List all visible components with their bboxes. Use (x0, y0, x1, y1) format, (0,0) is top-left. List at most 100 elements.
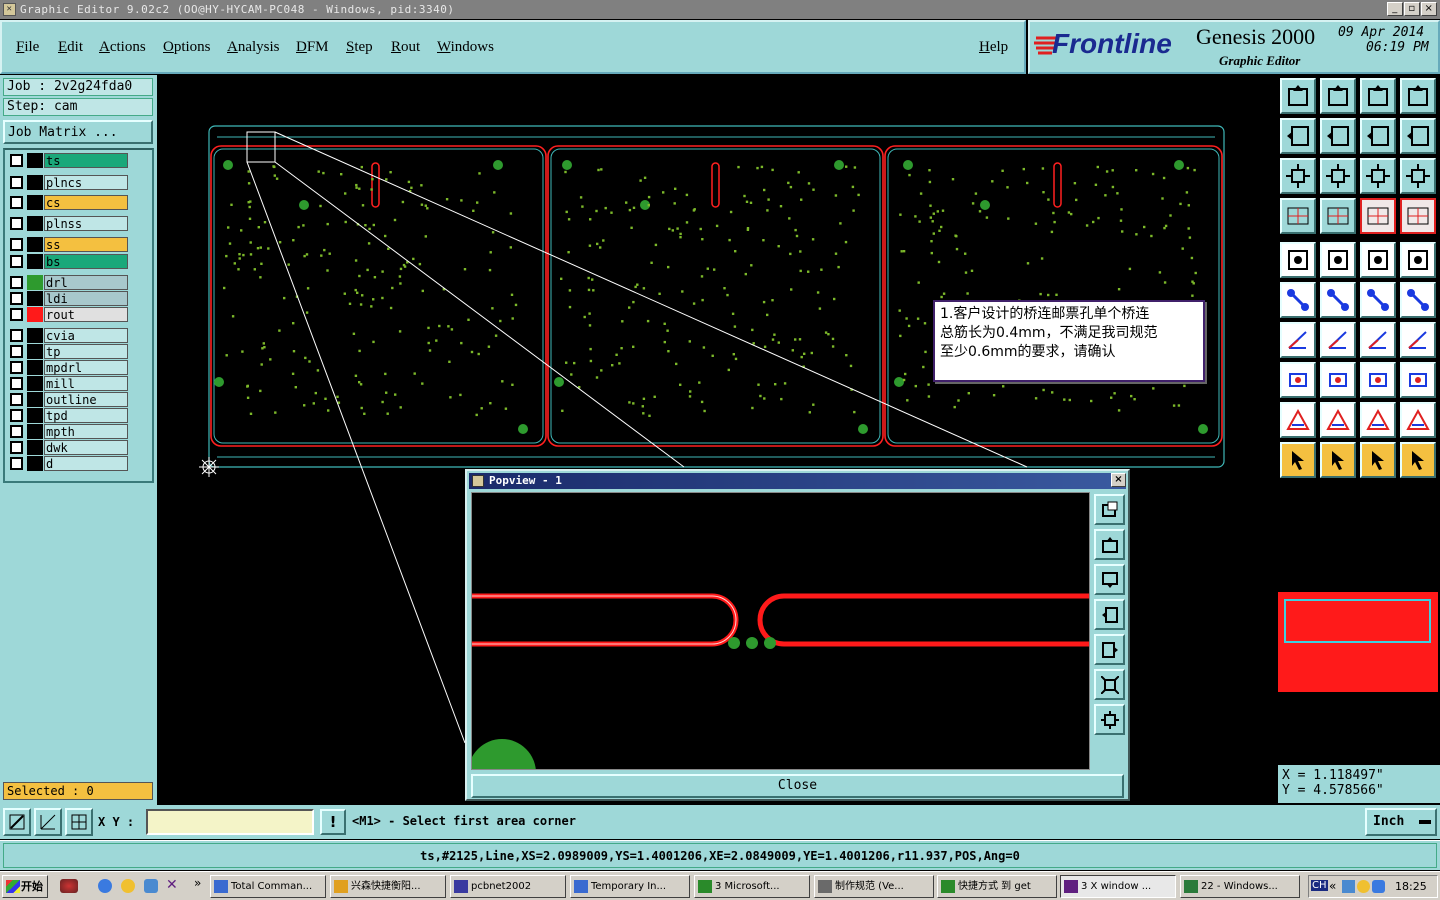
start-button[interactable]: 开始 (2, 875, 48, 898)
connect-button[interactable] (1280, 282, 1316, 318)
layer-row-mpth[interactable]: mpth (8, 424, 128, 439)
popview-zoom-in-button[interactable] (1094, 704, 1125, 735)
help-button[interactable] (1400, 158, 1436, 194)
layer-checkbox[interactable] (10, 441, 23, 454)
layer-color-swatch[interactable] (27, 195, 43, 210)
xy-input[interactable] (146, 809, 314, 835)
layer-row-ldi[interactable]: ldi (8, 291, 128, 306)
layer-name[interactable]: rout (44, 307, 128, 322)
popview-pan-right-button[interactable] (1094, 634, 1125, 665)
undo-arc-button[interactable] (1360, 322, 1396, 358)
taskbar-item[interactable]: 兴森快捷衡阳... (330, 875, 446, 898)
layer-color-swatch[interactable] (27, 376, 43, 391)
layer-row-mill[interactable]: mill (8, 376, 128, 391)
layer-name[interactable]: dwk (44, 440, 128, 455)
layer-name[interactable]: outline (44, 392, 128, 407)
quicklaunch-icon-1[interactable] (60, 879, 78, 893)
layer-row-tpd[interactable]: tpd (8, 408, 128, 423)
layer-row-ss[interactable]: ss (8, 237, 128, 252)
layer-checkbox[interactable] (10, 377, 23, 390)
contour-button[interactable] (1400, 402, 1436, 438)
group-button[interactable] (1400, 362, 1436, 398)
layer-checkbox[interactable] (10, 361, 23, 374)
layer-row-drl[interactable]: drl (8, 275, 128, 290)
layer-checkbox[interactable] (10, 329, 23, 342)
layer-row-cvia[interactable]: cvia (8, 328, 128, 343)
taskbar-item[interactable]: 3 Microsoft... (694, 875, 810, 898)
taskbar-item[interactable]: 22 - Windows... (1180, 875, 1300, 898)
layer-row-tp[interactable]: tp (8, 344, 128, 359)
net-select-button[interactable] (1400, 442, 1436, 478)
popview-close-button[interactable]: Close (471, 774, 1124, 798)
layer-checkbox[interactable] (10, 345, 23, 358)
layer-name[interactable]: ldi (44, 291, 128, 306)
job-matrix-button[interactable]: Job Matrix ... (3, 120, 153, 144)
add-feature-button[interactable] (1280, 242, 1316, 278)
angle-button[interactable] (1280, 322, 1316, 358)
layer-row-mpdrl[interactable]: mpdrl (8, 360, 128, 375)
menu-help[interactable]: Help (979, 39, 1008, 56)
popview-title-bar[interactable]: Popview - 1 × (469, 473, 1126, 489)
resize-button[interactable] (1360, 362, 1396, 398)
rotate-button[interactable] (1400, 118, 1436, 154)
window-split-button[interactable] (1400, 78, 1436, 114)
layer-name[interactable]: mpdrl (44, 360, 128, 375)
layer-row-dwk[interactable]: dwk (8, 440, 128, 455)
warning-button[interactable]: ! (320, 809, 346, 835)
layer-select-button[interactable] (1400, 198, 1436, 234)
text-button[interactable] (1400, 322, 1436, 358)
layer-checkbox[interactable] (10, 154, 23, 167)
ie-icon[interactable] (98, 879, 112, 893)
zoom-center-button[interactable] (1320, 158, 1356, 194)
layer-color-swatch[interactable] (27, 440, 43, 455)
layer-row-cs[interactable]: cs (8, 195, 128, 210)
layer-row-rout[interactable]: rout (8, 307, 128, 322)
popview-pan-down-button[interactable] (1094, 564, 1125, 595)
layer-name[interactable]: tpd (44, 408, 128, 423)
layer-checkbox[interactable] (10, 238, 23, 251)
layer-name[interactable]: ts (44, 153, 128, 168)
grid-snap-button[interactable] (65, 808, 93, 836)
restore-button[interactable]: ▫ (1404, 2, 1420, 16)
taskbar-item[interactable]: 3 X window ... (1060, 875, 1176, 898)
layer-row-d[interactable]: d (8, 456, 128, 471)
layer-row-outline[interactable]: outline (8, 392, 128, 407)
layer-checkbox[interactable] (10, 196, 23, 209)
select-arrow-button[interactable] (1280, 442, 1316, 478)
home-button[interactable] (1360, 78, 1396, 114)
pan-right-button[interactable] (1320, 118, 1356, 154)
layer-color-swatch[interactable] (27, 360, 43, 375)
layer-color-swatch[interactable] (27, 408, 43, 423)
layer-name[interactable]: plnss (44, 216, 128, 231)
popview-close-icon[interactable]: × (1111, 473, 1126, 487)
layer-checkbox[interactable] (10, 217, 23, 230)
mirror-button[interactable] (1360, 118, 1396, 154)
scale-1-2-button[interactable] (1360, 158, 1396, 194)
snap-button[interactable] (34, 808, 62, 836)
surface-button[interactable] (1360, 402, 1396, 438)
layer-name[interactable]: mpth (44, 424, 128, 439)
menu-actions[interactable]: Actions (99, 39, 146, 56)
menu-options[interactable]: Options (163, 39, 211, 56)
settings-button[interactable] (1280, 198, 1316, 234)
layer-row-plncs[interactable]: plncs (8, 175, 128, 190)
menu-rout[interactable]: Rout (391, 39, 420, 56)
close-window-button[interactable]: × (1421, 2, 1437, 16)
menu-windows[interactable]: Windows (437, 39, 494, 56)
quicklaunch-icon-3[interactable] (144, 879, 158, 893)
quicklaunch-more-icon[interactable]: » (194, 876, 201, 890)
layer-color-swatch[interactable] (27, 291, 43, 306)
tray-icon-3[interactable] (1372, 880, 1385, 893)
layer-color-swatch[interactable] (27, 344, 43, 359)
layer-row-bs[interactable]: bs (8, 254, 128, 269)
open-step-button[interactable] (1280, 78, 1316, 114)
menu-analysis[interactable]: Analysis (227, 39, 280, 56)
layer-name[interactable]: cs (44, 195, 128, 210)
layer-checkbox[interactable] (10, 308, 23, 321)
taskbar-item[interactable]: 制作规范 (Ve... (814, 875, 934, 898)
layer-checkbox[interactable] (10, 393, 23, 406)
language-indicator[interactable]: CH (1311, 880, 1328, 891)
tray-icon-1[interactable] (1342, 880, 1355, 893)
layer-name[interactable]: ss (44, 237, 128, 252)
layer-color-swatch[interactable] (27, 175, 43, 190)
